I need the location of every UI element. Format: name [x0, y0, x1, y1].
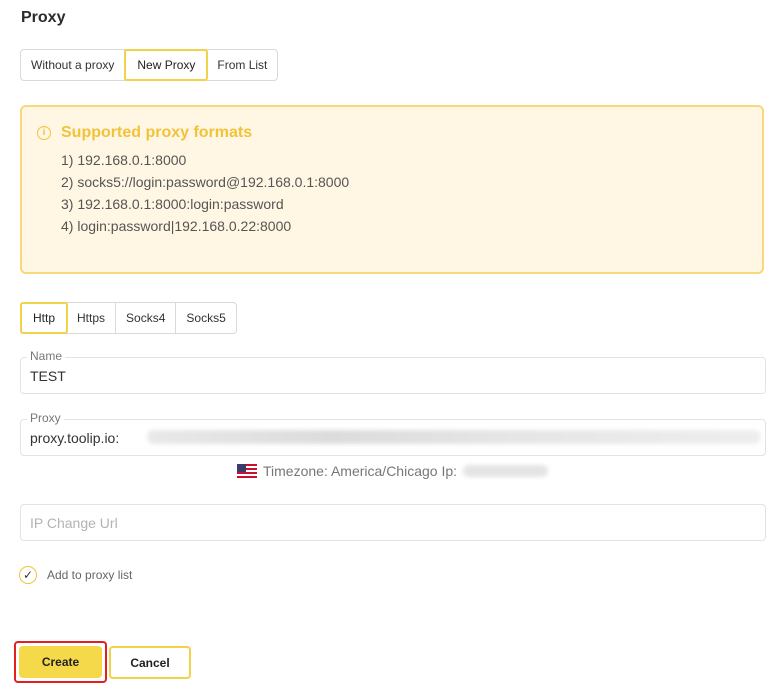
redacted-credentials [147, 430, 761, 444]
create-button[interactable]: Create [19, 646, 102, 678]
proxy-mode-tabs: Without a proxy New Proxy From List [20, 49, 279, 81]
info-circle-icon: i [37, 126, 51, 140]
name-field[interactable]: Name TEST [20, 349, 766, 394]
checkmark-icon[interactable]: ✓ [19, 566, 37, 584]
name-field-label: Name [27, 349, 66, 363]
protocol-tabs: Http Https Socks4 Socks5 [20, 302, 237, 334]
supported-formats-alert: i Supported proxy formats 1) 192.168.0.1… [20, 105, 764, 274]
tab-new-proxy[interactable]: New Proxy [124, 49, 209, 81]
tab-from-list[interactable]: From List [207, 50, 277, 80]
us-flag-icon [237, 464, 257, 478]
redacted-ip [463, 465, 549, 477]
tab-socks4[interactable]: Socks4 [116, 303, 177, 333]
proxy-field[interactable]: Proxy proxy.toolip.io: [20, 411, 766, 456]
create-button-highlight: Create [14, 641, 107, 683]
format-line: 2) socks5://login:password@192.168.0.1:8… [61, 174, 350, 190]
tab-https[interactable]: Https [67, 303, 117, 333]
page-title: Proxy [21, 9, 66, 26]
format-line: 3) 192.168.0.1:8000:login:password [61, 196, 284, 212]
cancel-button[interactable]: Cancel [109, 646, 191, 679]
format-line: 4) login:password|192.168.0.22:8000 [61, 218, 292, 234]
ip-change-url-field[interactable]: IP Change Url [20, 504, 766, 541]
ip-change-url-placeholder[interactable]: IP Change Url [30, 515, 118, 531]
tab-without-proxy[interactable]: Without a proxy [21, 50, 126, 80]
timezone-info: Timezone: America/Chicago Ip: [237, 463, 549, 479]
proxy-field-value[interactable]: proxy.toolip.io: [30, 430, 119, 446]
tab-http[interactable]: Http [20, 302, 69, 334]
alert-heading: Supported proxy formats [61, 124, 253, 141]
proxy-field-label: Proxy [27, 411, 64, 425]
tab-socks5[interactable]: Socks5 [176, 303, 235, 333]
format-line: 1) 192.168.0.1:8000 [61, 152, 187, 168]
add-to-proxy-list-checkbox[interactable]: ✓ Add to proxy list [19, 566, 132, 584]
timezone-text: Timezone: America/Chicago Ip: [263, 463, 458, 479]
add-to-proxy-list-label: Add to proxy list [47, 568, 133, 582]
name-field-value[interactable]: TEST [30, 368, 66, 384]
